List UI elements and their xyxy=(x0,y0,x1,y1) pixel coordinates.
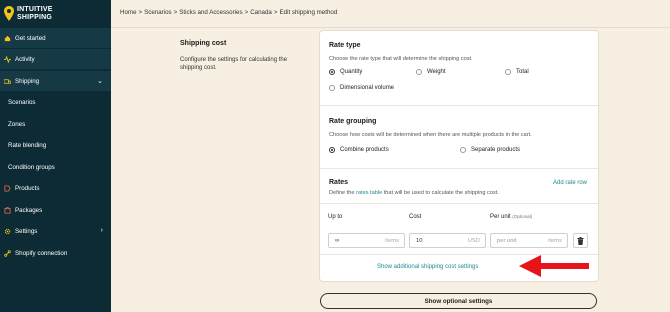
radio-quantity[interactable]: Quantity xyxy=(329,69,362,75)
sidebar-item-packages[interactable]: Packages xyxy=(0,200,111,221)
section-description: Configure the settings for calculating t… xyxy=(180,57,288,71)
sidebar-item-zones[interactable]: Zones xyxy=(0,114,111,135)
radio-selected-icon xyxy=(329,69,335,75)
rate-type-description: Choose the rate type that will determine… xyxy=(329,56,473,62)
gear-icon xyxy=(4,228,11,235)
home-icon xyxy=(4,35,11,41)
trash-icon xyxy=(577,236,584,245)
rates-description: Define the rates table that will be used… xyxy=(329,190,499,196)
chevron-down-icon: ⌄ xyxy=(97,78,103,85)
location-pin-icon xyxy=(4,6,14,21)
radio-combine-products[interactable]: Combine products xyxy=(329,147,389,153)
sidebar-item-settings[interactable]: Settings › xyxy=(0,221,111,242)
rate-type-title: Rate type xyxy=(329,42,361,49)
column-header-up-to: Up to xyxy=(328,214,343,220)
breadcrumb-item[interactable]: Canada xyxy=(250,9,272,16)
breadcrumb-item[interactable]: Sticks and Accessories xyxy=(179,9,242,16)
divider xyxy=(320,168,598,169)
radio-unselected-icon xyxy=(460,147,466,153)
radio-selected-icon xyxy=(329,147,335,153)
rates-title: Rates xyxy=(329,179,349,186)
divider xyxy=(320,203,598,204)
show-additional-shipping-cost-settings-link[interactable]: Show additional shipping cost settings xyxy=(377,264,478,270)
up-to-input[interactable]: ∞ items xyxy=(328,233,405,248)
add-rate-row-link[interactable]: Add rate row xyxy=(553,180,587,186)
section-title: Shipping cost xyxy=(180,40,227,47)
sidebar-item-shopify-connection[interactable]: Shopify connection xyxy=(0,243,111,264)
brand-name: INTUITIVE SHIPPING xyxy=(17,6,53,21)
radio-unselected-icon xyxy=(505,69,511,75)
show-optional-settings-button[interactable]: Show optional settings xyxy=(320,293,597,309)
rates-table-link[interactable]: rates table xyxy=(356,190,382,196)
radio-unselected-icon xyxy=(416,69,422,75)
cost-input[interactable]: 10 USD xyxy=(409,233,486,248)
activity-icon xyxy=(4,55,11,63)
radio-separate-products[interactable]: Separate products xyxy=(460,147,520,153)
sidebar-item-rate-blending[interactable]: Rate blending xyxy=(0,135,111,156)
radio-unselected-icon xyxy=(329,85,335,91)
header-divider xyxy=(111,27,670,28)
breadcrumb: Home > Scenarios > Sticks and Accessories > Ca… xyxy=(120,9,338,16)
brand-logo[interactable]: INTUITIVE SHIPPING xyxy=(0,0,111,27)
column-header-cost: Cost xyxy=(409,214,422,220)
per-unit-input[interactable]: per unit items xyxy=(490,233,568,248)
tag-icon xyxy=(4,185,11,192)
breadcrumb-item[interactable]: Scenarios xyxy=(144,9,172,16)
breadcrumb-current: Edit shipping method xyxy=(279,9,338,16)
sidebar-item-activity[interactable]: Activity xyxy=(0,49,111,70)
sidebar-item-products[interactable]: Products xyxy=(0,178,111,199)
arrow-left-icon xyxy=(519,255,589,277)
column-header-per-unit: Per unit (Optional) xyxy=(490,214,533,220)
rate-grouping-description: Choose how costs will be determined when… xyxy=(329,132,532,138)
radio-total[interactable]: Total xyxy=(505,69,529,75)
package-icon xyxy=(4,207,11,214)
delete-row-button[interactable] xyxy=(573,233,588,248)
sidebar: INTUITIVE SHIPPING Get started Activity … xyxy=(0,0,111,312)
sidebar-item-scenarios[interactable]: Scenarios xyxy=(0,92,111,113)
chevron-right-icon: › xyxy=(100,227,103,234)
rate-grouping-title: Rate grouping xyxy=(329,118,377,125)
divider xyxy=(320,105,598,106)
truck-icon xyxy=(4,78,11,84)
radio-dimensional-volume[interactable]: Dimensional volume xyxy=(329,85,394,91)
link-icon xyxy=(4,250,11,257)
radio-weight[interactable]: Weight xyxy=(416,69,446,75)
sidebar-item-get-started[interactable]: Get started xyxy=(0,28,111,49)
breadcrumb-item[interactable]: Home xyxy=(120,9,137,16)
sidebar-item-condition-groups[interactable]: Condition groups xyxy=(0,157,111,178)
sidebar-item-shipping[interactable]: Shipping ⌄ xyxy=(0,71,111,92)
